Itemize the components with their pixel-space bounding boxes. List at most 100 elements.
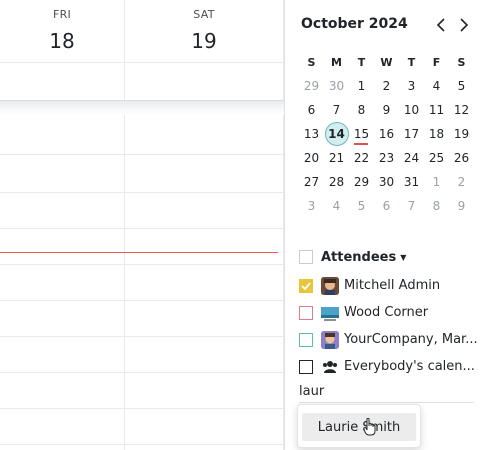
attendee-checkbox[interactable]: [299, 278, 313, 293]
attendee-checkbox[interactable]: [299, 305, 313, 320]
attendees-header[interactable]: Attendees ▼: [299, 246, 489, 268]
calendar-sidebar: October 2024 S M T W T F S 29 30 1 2 3 4…: [284, 0, 491, 450]
day-cell[interactable]: 5: [449, 74, 474, 98]
day-cell[interactable]: 1: [424, 170, 449, 194]
week-row: 27 28 29 30 31 1 2: [299, 170, 489, 194]
attendee-item[interactable]: YourCompany, Mar...: [299, 326, 489, 353]
hour-line: [0, 408, 284, 409]
day-cell[interactable]: 4: [324, 194, 349, 218]
weekday-label: W: [380, 55, 393, 69]
attendee-search-input[interactable]: [299, 380, 474, 403]
day-cell[interactable]: 3: [399, 74, 424, 98]
day-cell[interactable]: 20: [299, 146, 324, 170]
day-cell[interactable]: 22: [349, 146, 374, 170]
autocomplete-option-label: Laurie Smith: [317, 419, 401, 435]
day-cell[interactable]: 5: [349, 194, 374, 218]
attendee-item[interactable]: Wood Corner: [299, 299, 489, 326]
attendee-checkbox[interactable]: [299, 332, 313, 347]
weekday-label: M: [331, 55, 342, 69]
day-cell[interactable]: 30: [374, 170, 399, 194]
day-cell[interactable]: 6: [299, 98, 324, 122]
hour-line: [0, 264, 284, 265]
day-cell[interactable]: 9: [374, 98, 399, 122]
day-name: SAT: [193, 8, 215, 21]
week-row: 3 4 5 6 7 8 9: [299, 194, 489, 218]
select-all-checkbox[interactable]: [299, 250, 313, 264]
day-column-saturday[interactable]: SAT 19: [125, 0, 284, 450]
day-cell[interactable]: 4: [424, 74, 449, 98]
weekday-label: S: [457, 55, 466, 69]
weekday-header: S M T W T F S: [299, 50, 489, 74]
day-cell[interactable]: 12: [449, 98, 474, 122]
all-day-separator: [0, 62, 284, 63]
current-time-line: [0, 252, 278, 253]
attendees-filter: Attendees ▼ Mitchell Admin Wood Corner Y…: [299, 246, 489, 380]
all-day-divider: [0, 100, 284, 115]
hour-line: [0, 372, 284, 373]
avatar-yourcompany: [321, 330, 339, 349]
day-cell[interactable]: 18: [424, 122, 449, 146]
check-icon: [301, 281, 311, 290]
caret-down-icon[interactable]: ▼: [400, 253, 406, 262]
day-cell[interactable]: 2: [449, 170, 474, 194]
week-row: 13 14 15 16 17 18 19: [299, 122, 489, 146]
day-cell[interactable]: 13: [299, 122, 324, 146]
day-cell[interactable]: 10: [399, 98, 424, 122]
next-month-button[interactable]: [455, 14, 473, 36]
week-row: 20 21 22 23 24 25 26: [299, 146, 489, 170]
day-cell[interactable]: 28: [324, 170, 349, 194]
day-cell[interactable]: 19: [449, 122, 474, 146]
weekday-label: F: [432, 55, 441, 69]
day-cell[interactable]: 30: [324, 74, 349, 98]
day-cell[interactable]: 21: [324, 146, 349, 170]
attendee-label: Mitchell Admin: [344, 278, 441, 293]
day-cell[interactable]: 9: [449, 194, 474, 218]
attendee-label: YourCompany, Mar...: [344, 332, 478, 347]
attendee-item[interactable]: Mitchell Admin: [299, 272, 489, 299]
day-cell[interactable]: 7: [399, 194, 424, 218]
day-cell[interactable]: 8: [424, 194, 449, 218]
day-cell[interactable]: 27: [299, 170, 324, 194]
attendee-item[interactable]: Everybody's calen...: [299, 353, 489, 380]
weekday-label: T: [357, 55, 366, 69]
chevron-left-icon: [436, 18, 445, 32]
users-icon: [321, 358, 339, 376]
day-cell[interactable]: 31: [399, 170, 424, 194]
day-cell[interactable]: 3: [299, 194, 324, 218]
hour-line: [0, 192, 284, 193]
chevron-right-icon: [460, 18, 469, 32]
day-cell[interactable]: 24: [399, 146, 424, 170]
day-cell[interactable]: 6: [374, 194, 399, 218]
day-cell[interactable]: 29: [349, 170, 374, 194]
attendee-checkbox[interactable]: [299, 359, 313, 374]
day-column-friday[interactable]: FRI 18: [0, 0, 125, 450]
today-label: 14: [328, 127, 345, 141]
mini-calendar-title: October 2024: [301, 16, 408, 32]
hand-pointer-icon: [363, 418, 376, 436]
day-number[interactable]: 18: [0, 29, 124, 53]
weekday-label: S: [307, 55, 316, 69]
week-row: 6 7 8 9 10 11 12: [299, 98, 489, 122]
prev-month-button[interactable]: [432, 14, 450, 36]
avatar-mitchell: [321, 276, 339, 295]
day-cell[interactable]: 7: [324, 98, 349, 122]
day-cell[interactable]: 17: [399, 122, 424, 146]
day-cell[interactable]: 23: [374, 146, 399, 170]
day-cell[interactable]: 15: [349, 122, 374, 146]
day-cell[interactable]: 2: [374, 74, 399, 98]
day-cell[interactable]: 11: [424, 98, 449, 122]
attendees-title: Attendees: [321, 249, 397, 265]
day-cell[interactable]: 16: [374, 122, 399, 146]
day-cell[interactable]: 29: [299, 74, 324, 98]
hour-line: [0, 444, 284, 445]
day-cell[interactable]: 1: [349, 74, 374, 98]
attendee-label: Wood Corner: [344, 305, 429, 320]
autocomplete-option[interactable]: Laurie Smith: [302, 413, 416, 441]
today-day-cell[interactable]: 14: [324, 122, 349, 146]
hour-line: [0, 300, 284, 301]
day-cell[interactable]: 25: [424, 146, 449, 170]
day-cell[interactable]: 26: [449, 146, 474, 170]
day-cell[interactable]: 8: [349, 98, 374, 122]
hour-line: [0, 154, 284, 155]
day-number[interactable]: 19: [125, 29, 283, 53]
